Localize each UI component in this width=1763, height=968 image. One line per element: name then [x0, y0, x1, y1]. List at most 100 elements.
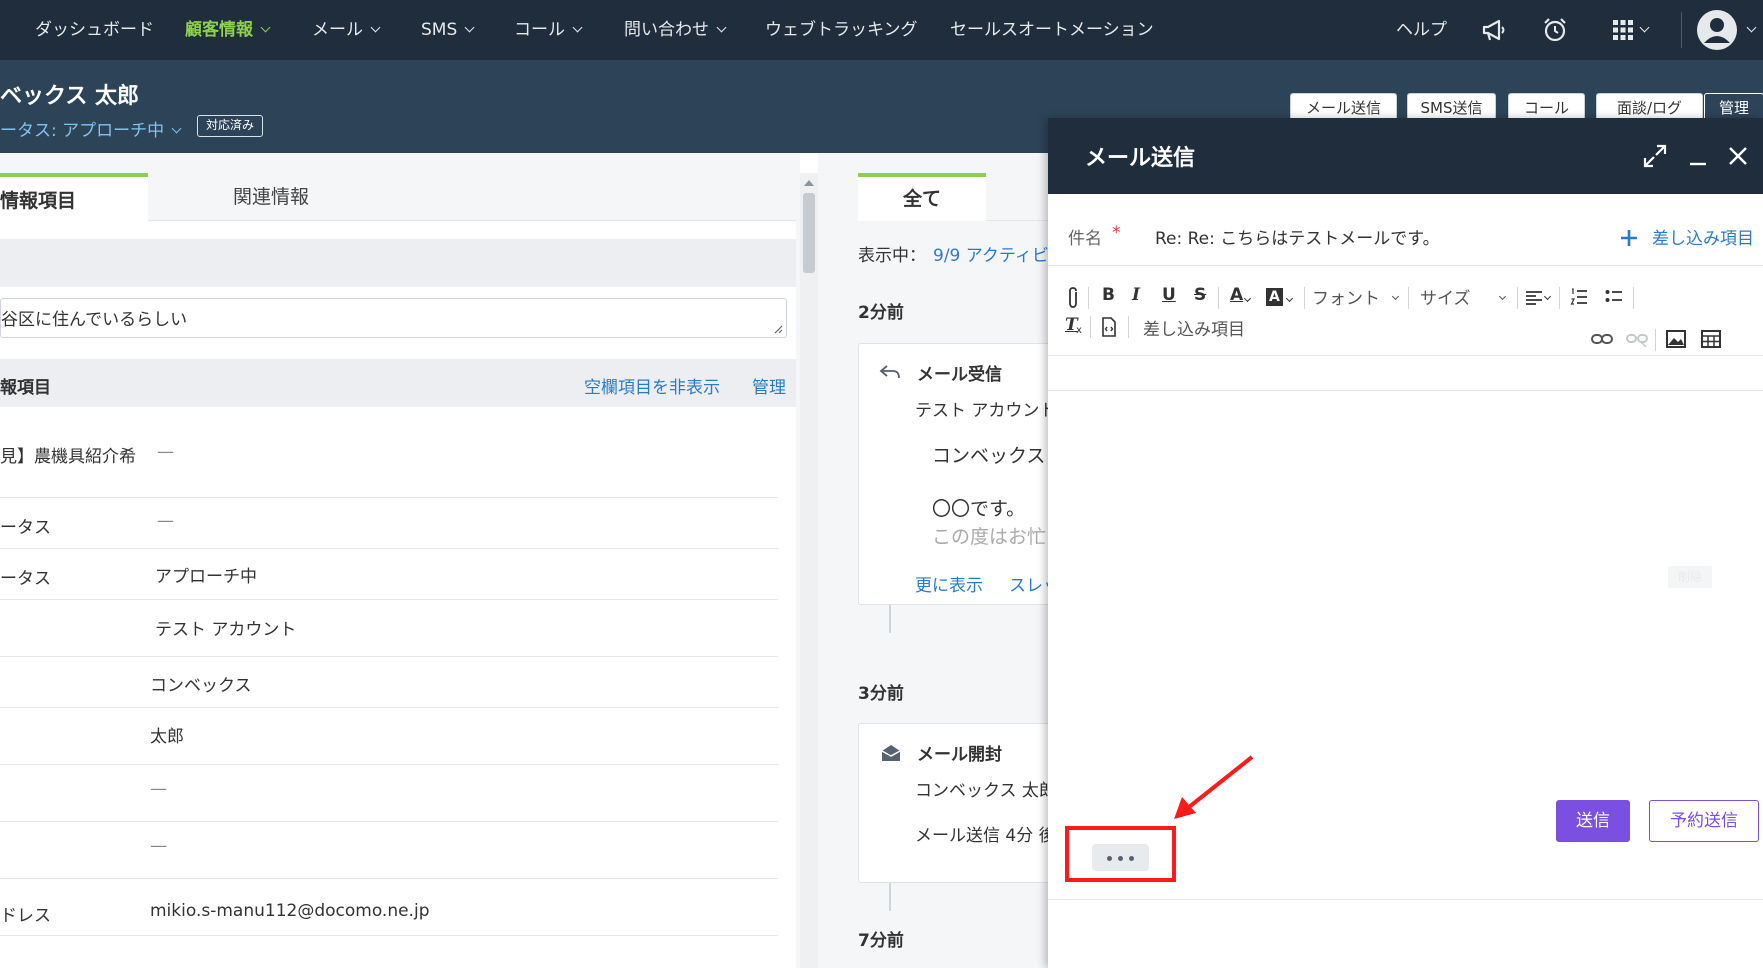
- timeline-time: 7分前: [858, 931, 904, 951]
- timeline-connector: [889, 883, 891, 911]
- alarm-clock-icon[interactable]: [1540, 15, 1570, 45]
- chevron-down-icon: [1639, 22, 1650, 33]
- nav-call-label: コール: [514, 20, 565, 40]
- activity-filter: 表示中： 9/9 アクティビ: [858, 241, 1049, 271]
- section-title: 報項目: [0, 378, 51, 398]
- section-header: 報項目 空欄項目を非表示 管理: [0, 359, 796, 407]
- scroll-up-arrow-icon[interactable]: [804, 180, 814, 186]
- annotation-highlight-box: [1065, 826, 1176, 882]
- show-more-link[interactable]: 更に表示: [915, 571, 983, 596]
- table-row: —: [0, 822, 778, 879]
- nav-sales-automation[interactable]: セールスオートメーション: [950, 0, 1154, 60]
- resize-handle-icon[interactable]: [773, 324, 783, 334]
- field-value: アプローチ中: [155, 567, 257, 587]
- nav-mail-label: メール: [312, 20, 363, 40]
- field-value: —: [150, 779, 167, 799]
- record-status-label: ータス: アプローチ中: [0, 121, 165, 141]
- expand-icon[interactable]: [1641, 142, 1669, 170]
- tab-related-info[interactable]: 関連情報: [148, 173, 796, 221]
- status-badge: 対応済み: [197, 115, 264, 137]
- record-status-dropdown[interactable]: ータス: アプローチ中: [0, 116, 182, 141]
- field-label: ドレス: [0, 906, 51, 926]
- field-list: 見】農機具紹介希 — ータス — ータス アプローチ中 テスト アカウント コンベック…: [0, 407, 796, 968]
- nav-dashboard[interactable]: ダッシュボード: [35, 0, 154, 60]
- table-row: 見】農機具紹介希 —: [0, 407, 778, 498]
- nav-inquiry[interactable]: 問い合わせ: [624, 0, 727, 60]
- record-name: ベックス 太郎: [0, 84, 139, 109]
- user-avatar-icon[interactable]: [1696, 9, 1738, 51]
- field-value: テスト アカウント: [155, 620, 297, 640]
- email-body-line: コンベックス: [932, 445, 1046, 467]
- nav-call[interactable]: コール: [514, 0, 583, 60]
- table-row: ドレス mikio.s-manu112@docomo.ne.jp: [0, 879, 778, 936]
- chevron-down-icon: [260, 22, 271, 33]
- subject-input[interactable]: Re: Re: こちらはテストメールです。: [1155, 224, 1440, 249]
- editor-toolbar-row-2: T x 差し込み項目: [1048, 298, 1763, 356]
- nav-sms-label: SMS: [421, 20, 458, 40]
- tab-strip: [986, 173, 1048, 221]
- insert-merge-field-link[interactable]: 差し込み項目: [1652, 224, 1754, 249]
- table-row: —: [0, 765, 778, 822]
- clear-format-sub: x: [1076, 325, 1082, 336]
- plus-icon[interactable]: [1619, 228, 1639, 248]
- toolbar-divider: [1128, 316, 1129, 338]
- megaphone-icon[interactable]: [1479, 15, 1509, 45]
- send-button[interactable]: 送信: [1556, 800, 1630, 842]
- activity-filter-link[interactable]: 9/9 アクティビ: [933, 241, 1049, 266]
- nav-help[interactable]: ヘルプ: [1396, 0, 1447, 60]
- field-value: コンベックス: [150, 676, 252, 696]
- annotation-arrow-icon: [1174, 755, 1254, 819]
- field-value: —: [150, 836, 167, 856]
- close-icon[interactable]: [1724, 142, 1752, 170]
- html-source-icon[interactable]: [1101, 317, 1117, 337]
- table-row: ータス —: [0, 498, 778, 549]
- nav-divider: [1681, 12, 1682, 48]
- compose-title: メール送信: [1085, 146, 1196, 171]
- chevron-down-icon: [1746, 22, 1757, 33]
- table-row: テスト アカウント: [0, 600, 778, 657]
- apps-grid-icon[interactable]: [1608, 15, 1638, 45]
- field-value: —: [157, 442, 174, 462]
- field-label: 見】農機具紹介希: [0, 447, 136, 467]
- nav-customer-info[interactable]: 顧客情報: [185, 0, 271, 60]
- nav-mail[interactable]: メール: [312, 0, 381, 60]
- subject-label: 件名: [1068, 229, 1102, 249]
- email-opened-card: メール開封 コンベックス 太郎 メール送信 4分 後: [858, 723, 1058, 883]
- record-details-panel: 情報項目 関連情報 谷区に住んでいるらしい 報項目 空欄項目を非表示 管理 見】…: [0, 153, 800, 968]
- compose-footer: [1048, 899, 1763, 968]
- reply-arrow-icon: [879, 365, 900, 379]
- activity-timeline-panel: 全て 表示中： 9/9 アクティビ 2分前 メール受信 テスト アカウント コン…: [818, 153, 1060, 968]
- table-row: ータス アプローチ中: [0, 549, 778, 600]
- manage-fields-link[interactable]: 管理: [752, 373, 786, 398]
- nav-web-tracking[interactable]: ウェブトラッキング: [765, 0, 918, 60]
- minimize-icon[interactable]: [1684, 142, 1712, 170]
- hide-empty-fields-link[interactable]: 空欄項目を非表示: [584, 373, 720, 398]
- nav-sms[interactable]: SMS: [421, 0, 475, 60]
- required-mark: *: [1112, 223, 1121, 243]
- timeline-time: 3分前: [858, 684, 904, 704]
- compose-header: メール送信: [1048, 118, 1763, 194]
- schedule-send-button[interactable]: 予約送信: [1649, 800, 1759, 842]
- toolbar-divider: [1090, 316, 1091, 338]
- insert-merge-field-button[interactable]: 差し込み項目: [1143, 315, 1245, 340]
- scrollbar-thumb[interactable]: [803, 193, 815, 273]
- chevron-down-icon: [716, 22, 727, 33]
- scrollbar-track[interactable]: [800, 173, 818, 968]
- memo-text: 谷区に住んでいるらしい: [1, 310, 188, 330]
- card-title: メール開封: [917, 745, 1002, 765]
- top-navigation: ダッシュボード 顧客情報 メール SMS コール 問い合わせ ウェブトラッキング…: [0, 0, 1763, 60]
- tab-all[interactable]: 全て: [858, 173, 986, 221]
- email-sent-info: メール送信 4分 後: [915, 826, 1056, 846]
- table-row: 太郎: [0, 708, 778, 765]
- chevron-down-icon: [572, 22, 583, 33]
- memo-textarea[interactable]: 谷区に住んでいるらしい: [0, 298, 787, 338]
- chevron-down-icon: [171, 123, 182, 134]
- tab-info-fields[interactable]: 情報項目: [0, 173, 148, 221]
- nav-customer-info-label: 顧客情報: [185, 20, 253, 40]
- email-body-line: 〇〇です。: [932, 498, 1026, 520]
- field-label: ータス: [0, 569, 51, 589]
- timeline-connector: [889, 605, 891, 633]
- showing-label: 表示中：: [858, 246, 926, 266]
- table-row: コンベックス: [0, 657, 778, 708]
- subject-row: 件名 * Re: Re: こちらはテストメールです。 差し込み項目: [1048, 206, 1763, 266]
